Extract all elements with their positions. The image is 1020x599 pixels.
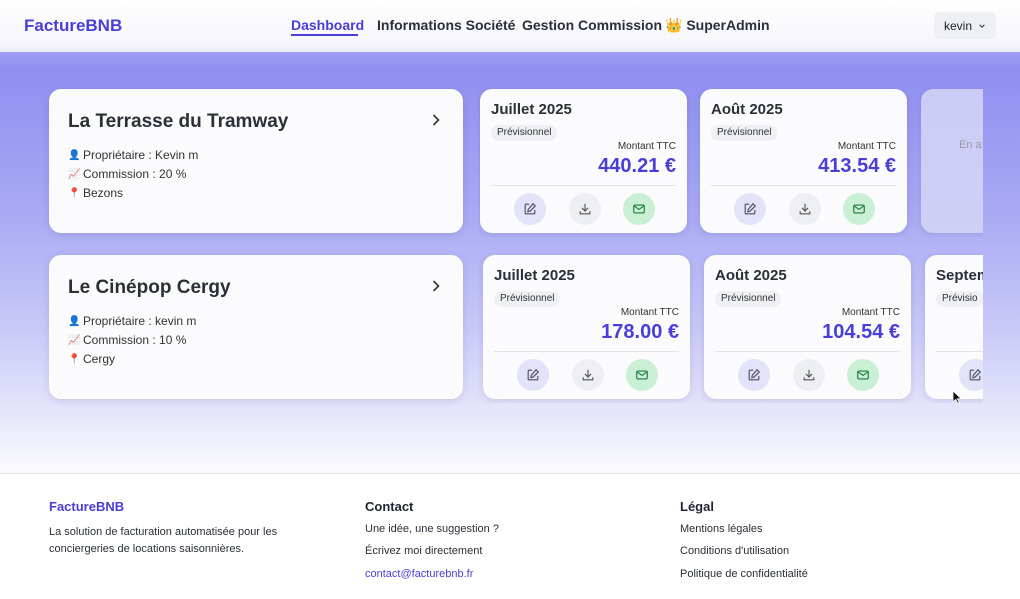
status-badge: Prévisio: [936, 291, 983, 307]
brand-logo[interactable]: FactureBNB: [24, 16, 122, 36]
chevron-down-icon: [979, 23, 985, 28]
footer-tagline: La solution de facturation automatisée p…: [49, 526, 278, 555]
invoice-amount: 413.54 €: [818, 155, 896, 177]
nav-superadmin[interactable]: 👑 SuperAdmin: [665, 17, 770, 34]
send-email-button[interactable]: [626, 359, 658, 391]
footer-divider: [0, 473, 1020, 474]
download-icon: [799, 203, 811, 215]
invoice-strip[interactable]: Juillet 2025 Prévisionnel Montant TTC 17…: [478, 253, 983, 403]
invoice-card: Septem Prévisio: [925, 255, 983, 399]
mail-icon: [633, 204, 645, 214]
amount-label: Montant TTC: [837, 141, 896, 152]
invoice-card: Juillet 2025 Prévisionnel Montant TTC 17…: [483, 255, 690, 399]
pencil-square-icon: [748, 368, 761, 381]
invoice-card: Juillet 2025 Prévisionnel Montant TTC 44…: [480, 89, 687, 233]
invoice-strip[interactable]: Juillet 2025 Prévisionnel Montant TTC 44…: [478, 87, 983, 237]
download-button[interactable]: [789, 193, 821, 225]
divider: [491, 185, 676, 186]
nav-informations-societe[interactable]: Informations Société: [377, 17, 515, 33]
invoice-month: Juillet 2025: [494, 267, 575, 284]
footer-link-conditions[interactable]: Conditions d'utilisation: [680, 543, 789, 560]
invoice-amount: 440.21 €: [598, 155, 676, 177]
footer-link-privacy[interactable]: Politique de confidentialité: [680, 566, 808, 583]
invoice-month: Août 2025: [711, 101, 783, 118]
invoice-month: Juillet 2025: [491, 101, 572, 118]
chevron-right-icon[interactable]: [429, 113, 443, 127]
pin-icon: 📍: [68, 353, 81, 365]
divider: [936, 351, 983, 352]
edit-button[interactable]: [517, 359, 549, 391]
property-card[interactable]: La Terrasse du Tramway 👤 Propriétaire : K…: [49, 89, 463, 233]
footer-contact-line-2: Écrivez moi directement: [365, 545, 483, 557]
download-icon: [579, 203, 591, 215]
footer-legal-title: Légal: [680, 499, 714, 514]
pencil-square-icon: [524, 202, 537, 215]
send-email-button[interactable]: [623, 193, 655, 225]
user-name: kevin: [943, 18, 972, 33]
edit-button[interactable]: [514, 193, 546, 225]
invoice-card: Août 2025 Prévisionnel Montant TTC 104.5…: [704, 255, 911, 399]
top-navigation: FactureBNB Dashboard Informations Sociét…: [0, 0, 1020, 52]
invoice-card: Août 2025 Prévisionnel Montant TTC 413.5…: [700, 89, 907, 233]
pencil-square-icon: [527, 368, 540, 381]
pin-icon: 📍: [68, 187, 81, 199]
edit-button[interactable]: [738, 359, 770, 391]
status-badge: Prévisionnel: [494, 291, 561, 307]
footer-contact-line-1: Une idée, une suggestion ?: [365, 523, 499, 535]
invoice-month: Août 2025: [715, 267, 787, 284]
property-name: La Terrasse du Tramway: [68, 111, 289, 132]
pending-text: En a: [959, 139, 982, 151]
footer-contact-title: Contact: [365, 499, 414, 514]
download-button[interactable]: [793, 359, 825, 391]
amount-label: Montant TTC: [620, 307, 679, 318]
divider: [711, 185, 896, 186]
pencil-square-icon: [744, 202, 757, 215]
download-button[interactable]: [569, 193, 601, 225]
nav-gestion-commission[interactable]: Gestion Commission: [522, 17, 662, 33]
footer-brand: FactureBNB: [49, 499, 125, 514]
download-icon: [803, 369, 815, 381]
property-city: 📍 Cergy: [68, 352, 116, 366]
property-city: 📍 Bezons: [68, 186, 124, 200]
mail-icon: [857, 370, 869, 380]
chart-icon: 📈: [68, 168, 81, 180]
nav-active-indicator: [291, 34, 358, 36]
mail-icon: [636, 370, 648, 380]
footer-link-mentions[interactable]: Mentions légales: [680, 521, 763, 538]
footer-contact-email-link[interactable]: contact@facturebnb.fr: [365, 566, 473, 583]
edit-button[interactable]: [959, 359, 983, 391]
property-name: Le Cinépop Cergy: [68, 277, 231, 298]
nav-dashboard[interactable]: Dashboard: [291, 17, 364, 33]
amount-label: Montant TTC: [841, 307, 900, 318]
invoice-card-pending: En a: [921, 89, 983, 233]
mouse-cursor-icon: [952, 390, 962, 404]
person-icon: 👤: [68, 315, 81, 327]
property-owner: 👤 Propriétaire : kevin m: [68, 314, 197, 328]
user-menu-button[interactable]: kevin: [934, 12, 996, 39]
status-badge: Prévisionnel: [715, 291, 782, 307]
download-button[interactable]: [572, 359, 604, 391]
property-commission: 📈 Commission : 10 %: [68, 333, 187, 347]
edit-button[interactable]: [734, 193, 766, 225]
invoice-month: Septem: [936, 267, 983, 284]
divider: [715, 351, 900, 352]
invoice-amount: 178.00 €: [601, 321, 679, 343]
download-icon: [582, 369, 594, 381]
property-card[interactable]: Le Cinépop Cergy 👤 Propriétaire : kevin m…: [49, 255, 463, 399]
send-email-button[interactable]: [843, 193, 875, 225]
send-email-button[interactable]: [847, 359, 879, 391]
status-badge: Prévisionnel: [491, 125, 558, 141]
property-commission: 📈 Commission : 20 %: [68, 167, 187, 181]
property-owner: 👤 Propriétaire : Kevin m: [68, 148, 199, 162]
chevron-right-icon[interactable]: [429, 279, 443, 293]
amount-label: Montant TTC: [617, 141, 676, 152]
mail-icon: [853, 204, 865, 214]
invoice-amount: 104.54 €: [822, 321, 900, 343]
divider: [494, 351, 679, 352]
status-badge: Prévisionnel: [711, 125, 778, 141]
person-icon: 👤: [68, 149, 81, 161]
chart-icon: 📈: [68, 334, 81, 346]
pencil-square-icon: [969, 368, 982, 381]
